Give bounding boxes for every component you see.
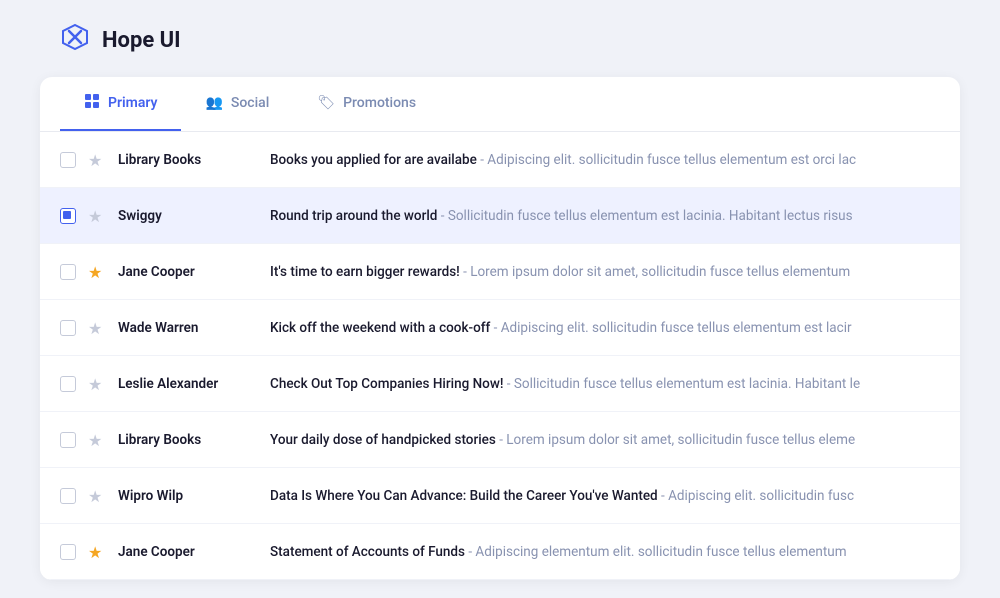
email-row[interactable]: ★ Swiggy Round trip around the world - Sol… (40, 188, 960, 244)
email-row[interactable]: ★ Jane Cooper Statement of Accounts of Fun… (40, 524, 960, 580)
email-sender: Jane Cooper (118, 544, 258, 560)
email-row[interactable]: ★ Leslie Alexander Check Out Top Companies… (40, 356, 960, 412)
tab-bar: Primary 👥 Social 🏷 Promotions (40, 77, 960, 132)
email-checkbox[interactable] (60, 320, 76, 336)
email-star[interactable]: ★ (88, 487, 106, 505)
email-preview: It's time to earn bigger rewards! - Lore… (270, 264, 940, 280)
email-sender: Swiggy (118, 208, 258, 224)
email-checkbox[interactable] (60, 376, 76, 392)
primary-tab-icon (84, 93, 100, 113)
email-preview: Statement of Accounts of Funds - Adipisc… (270, 544, 940, 560)
tab-primary-label: Primary (108, 95, 157, 111)
tab-social[interactable]: 👥 Social (181, 77, 293, 131)
email-star[interactable]: ★ (88, 207, 106, 225)
email-sender: Wade Warren (118, 320, 258, 336)
email-star[interactable]: ★ (88, 431, 106, 449)
app-logo-icon (60, 22, 90, 59)
email-preview: Books you applied for are availabe - Adi… (270, 152, 940, 168)
email-preview: Data Is Where You Can Advance: Build the… (270, 488, 940, 504)
email-checkbox[interactable] (60, 432, 76, 448)
email-preview: Round trip around the world - Sollicitud… (270, 208, 940, 224)
email-sender: Wipro Wilp (118, 488, 258, 504)
tab-primary[interactable]: Primary (60, 77, 181, 131)
email-sender: Jane Cooper (118, 264, 258, 280)
email-star[interactable]: ★ (88, 375, 106, 393)
tab-promotions[interactable]: 🏷 Promotions (293, 77, 440, 131)
tab-social-label: Social (231, 95, 269, 111)
email-star[interactable]: ★ (88, 151, 106, 169)
email-star[interactable]: ★ (88, 319, 106, 337)
email-row[interactable]: ★ Jane Cooper It's time to earn bigger rew… (40, 244, 960, 300)
email-sender: Leslie Alexander (118, 376, 258, 392)
email-row[interactable]: ★ Wade Warren Kick off the weekend with a … (40, 300, 960, 356)
email-checkbox[interactable] (60, 488, 76, 504)
email-sender: Library Books (118, 152, 258, 168)
email-row[interactable]: ★ Wipro Wilp Data Is Where You Can Advance… (40, 468, 960, 524)
tab-promotions-label: Promotions (343, 95, 416, 111)
email-preview: Your daily dose of handpicked stories - … (270, 432, 940, 448)
email-container: Primary 👥 Social 🏷 Promotions ★ Library B… (40, 77, 960, 580)
social-tab-icon: 👥 (205, 95, 222, 111)
app-title: Hope UI (102, 28, 181, 53)
email-row[interactable]: ★ Library Books Books you applied for are … (40, 132, 960, 188)
app-header: Hope UI (0, 0, 1000, 77)
email-row[interactable]: ★ Library Books Your daily dose of handpic… (40, 412, 960, 468)
email-star[interactable]: ★ (88, 263, 106, 281)
email-checkbox[interactable] (60, 152, 76, 168)
email-checkbox[interactable] (60, 264, 76, 280)
email-list: ★ Library Books Books you applied for are … (40, 132, 960, 580)
email-checkbox[interactable] (60, 208, 76, 224)
email-sender: Library Books (118, 432, 258, 448)
promotions-tab-icon: 🏷 (317, 95, 335, 111)
email-checkbox[interactable] (60, 544, 76, 560)
email-preview: Check Out Top Companies Hiring Now! - So… (270, 376, 940, 392)
email-star[interactable]: ★ (88, 543, 106, 561)
email-preview: Kick off the weekend with a cook-off - A… (270, 320, 940, 336)
